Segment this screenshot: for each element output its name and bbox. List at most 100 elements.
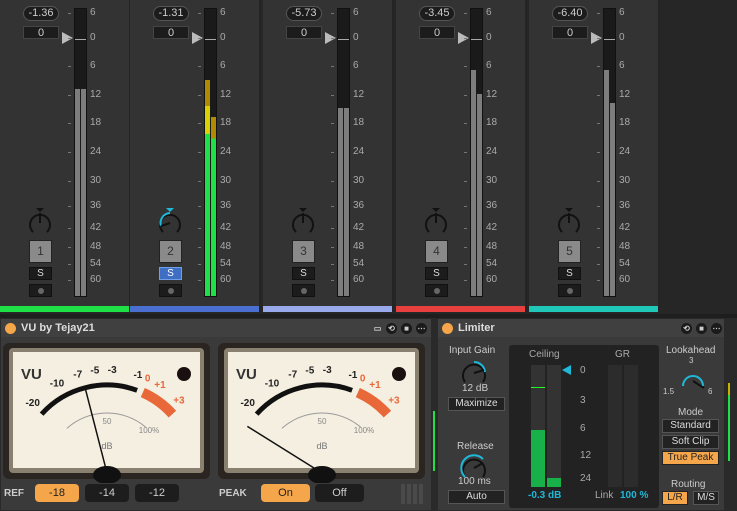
- pan-value[interactable]: 0: [286, 26, 322, 39]
- meter-scale-label: 12: [220, 89, 232, 100]
- volume-value[interactable]: -1.31: [153, 6, 189, 21]
- meter-tick: [464, 38, 467, 39]
- track-activator-button[interactable]: 2: [159, 240, 182, 263]
- meter-scale-label: 36: [353, 200, 365, 211]
- pan-value[interactable]: 0: [419, 26, 455, 39]
- peak-option-button[interactable]: Off: [315, 484, 364, 502]
- auto-release-button[interactable]: Auto: [448, 490, 505, 504]
- routing-button[interactable]: M/S: [693, 491, 719, 505]
- peak-led: [392, 367, 406, 381]
- arm-button[interactable]: [29, 284, 52, 297]
- pan-knob[interactable]: [157, 208, 183, 234]
- solo-button[interactable]: S: [425, 267, 448, 280]
- ceiling-handle[interactable]: [562, 365, 571, 375]
- track-activator-button[interactable]: 5: [558, 240, 581, 263]
- meter-tick: [68, 206, 71, 207]
- meter-tick: [597, 247, 600, 248]
- meter-scale-label: 18: [353, 117, 365, 128]
- volume-value[interactable]: -3.45: [419, 6, 455, 21]
- vu-scale-label: -1: [133, 370, 142, 381]
- vu-unit: dB: [101, 441, 112, 451]
- device-power-toggle[interactable]: [442, 322, 453, 334]
- pan-knob[interactable]: [423, 208, 449, 234]
- input-gain-value: 12 dB: [462, 383, 489, 394]
- more-icon[interactable]: ⋯: [416, 323, 427, 334]
- meter-scale-label: 42: [220, 222, 232, 233]
- zero-db-line: [471, 39, 482, 40]
- solo-button[interactable]: S: [159, 267, 182, 280]
- routing-button[interactable]: L/R: [662, 491, 688, 505]
- save-icon[interactable]: ■: [401, 323, 412, 334]
- volume-value[interactable]: -6.40: [552, 6, 588, 21]
- ceiling-value[interactable]: -0.3 dB: [528, 490, 561, 501]
- window-icon[interactable]: ▭: [372, 323, 383, 334]
- solo-button[interactable]: S: [292, 267, 315, 280]
- save-icon[interactable]: ■: [696, 323, 707, 334]
- track-color-bar: [130, 306, 259, 312]
- pan-knob[interactable]: [27, 208, 53, 234]
- level-meter[interactable]: [204, 8, 217, 297]
- vu-scale-label: -7: [73, 369, 82, 380]
- vu-scale-label: -3: [323, 365, 332, 376]
- pan-value[interactable]: 0: [552, 26, 588, 39]
- meter-tick: [331, 13, 334, 14]
- hot-swap-icon[interactable]: ⟲: [681, 323, 692, 334]
- track-activator-button[interactable]: 1: [29, 240, 52, 263]
- meter-tick: [464, 206, 467, 207]
- solo-button[interactable]: S: [29, 267, 52, 280]
- level-meter[interactable]: [470, 8, 483, 297]
- peak-option-button[interactable]: On: [261, 484, 310, 502]
- track-activator-button[interactable]: 4: [425, 240, 448, 263]
- lookahead-tick: 6: [708, 387, 713, 396]
- device-power-toggle[interactable]: [5, 322, 16, 334]
- meter-tick: [464, 280, 467, 281]
- mode-button[interactable]: Soft Clip: [662, 435, 719, 449]
- pan-value[interactable]: 0: [23, 26, 59, 39]
- pan-value[interactable]: 0: [153, 26, 189, 39]
- volume-value[interactable]: -5.73: [286, 6, 322, 21]
- input-gain-label: Input Gain: [449, 345, 496, 356]
- arm-button[interactable]: [159, 284, 182, 297]
- pan-knob[interactable]: [290, 208, 316, 234]
- meter-scale-label: 36: [220, 200, 232, 211]
- vu-scale-label: +3: [388, 396, 400, 407]
- zero-db-line: [338, 39, 349, 40]
- pan-knob[interactable]: [556, 208, 582, 234]
- lookahead-knob[interactable]: [678, 368, 708, 390]
- more-icon[interactable]: ⋯: [711, 323, 722, 334]
- meter-scale-label: 30: [486, 175, 498, 186]
- arm-button[interactable]: [292, 284, 315, 297]
- vu-scale-label: -10: [50, 378, 65, 389]
- ref-option-button[interactable]: -18: [35, 484, 79, 502]
- arm-button[interactable]: [425, 284, 448, 297]
- level-meter[interactable]: [74, 8, 87, 297]
- mode-button[interactable]: True Peak: [662, 451, 719, 465]
- level-meter[interactable]: [603, 8, 616, 297]
- volume-value[interactable]: -1.36: [23, 6, 59, 21]
- lookahead-tick: 3: [689, 356, 694, 365]
- solo-button[interactable]: S: [558, 267, 581, 280]
- meter-scale-label: 18: [619, 117, 631, 128]
- hot-swap-icon[interactable]: ⟲: [386, 323, 397, 334]
- meter-scale-label: 42: [619, 222, 631, 233]
- maximize-button[interactable]: Maximize: [448, 397, 505, 411]
- link-value[interactable]: 100 %: [620, 490, 648, 501]
- ref-option-button[interactable]: -14: [85, 484, 129, 502]
- meter-tick: [198, 66, 201, 67]
- vu-unit: dB: [316, 441, 327, 451]
- meter-tick: [331, 280, 334, 281]
- vu-pct-label: 100%: [139, 426, 159, 435]
- release-label: Release: [457, 441, 494, 452]
- meter-scale-label: 24: [90, 146, 102, 157]
- meter-scale-label: 6: [220, 60, 226, 71]
- limiter-scale-label: 12: [580, 450, 592, 461]
- meter-tick: [68, 264, 71, 265]
- arm-button[interactable]: [558, 284, 581, 297]
- meter-tick: [68, 280, 71, 281]
- meter-bar: [81, 89, 86, 296]
- mode-button[interactable]: Standard: [662, 419, 719, 433]
- meter-scale-label: 24: [353, 146, 365, 157]
- ref-option-button[interactable]: -12: [135, 484, 179, 502]
- track-activator-button[interactable]: 3: [292, 240, 315, 263]
- level-meter[interactable]: [337, 8, 350, 297]
